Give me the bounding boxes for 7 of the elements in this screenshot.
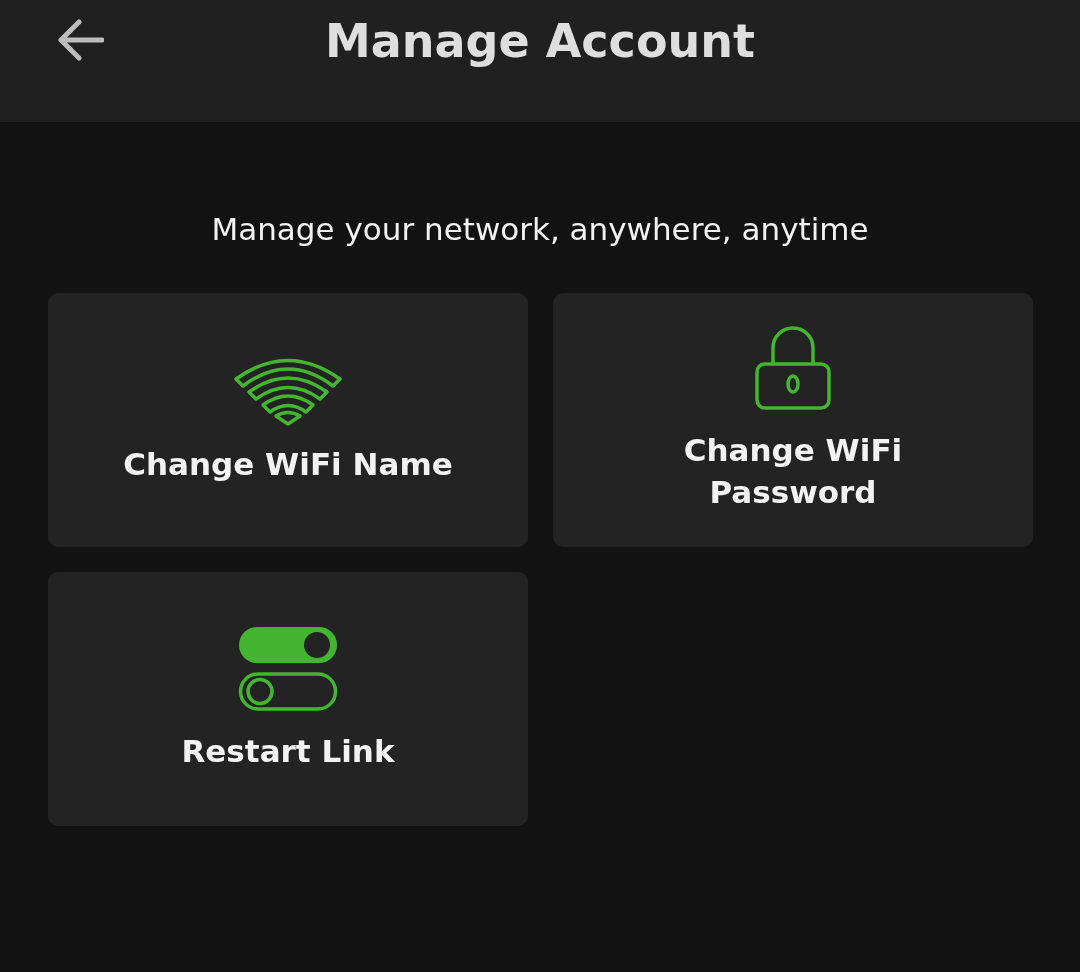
option-tile[interactable]: Change WiFi Password — [553, 292, 1033, 547]
subtitle-text: Manage your network, anywhere, anytime — [210, 210, 870, 249]
option-tile[interactable]: Restart Link — [48, 571, 528, 826]
toggle-switches-icon — [237, 624, 339, 713]
padlock-icon — [753, 325, 833, 412]
option-tile[interactable]: Change WiFi Name — [48, 292, 528, 547]
back-arrow-icon — [56, 18, 104, 62]
